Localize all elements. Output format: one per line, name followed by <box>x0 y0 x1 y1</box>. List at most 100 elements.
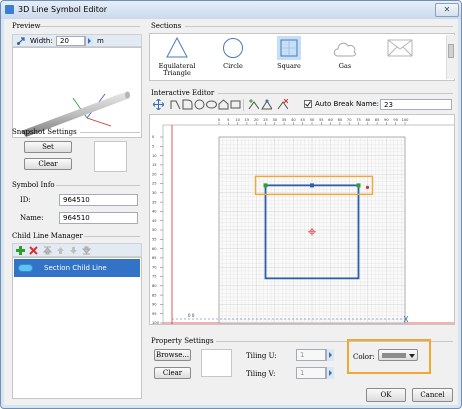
delete-vertex-icon[interactable] <box>277 99 288 110</box>
texture-thumbnail <box>201 349 232 377</box>
ruler-tick-label: 40 <box>291 118 296 122</box>
child-line-separator <box>84 236 140 237</box>
editor-name-field[interactable]: 23 <box>380 99 452 110</box>
circle-icon <box>223 38 243 58</box>
width-spin-button[interactable] <box>85 36 93 46</box>
title-bar[interactable]: 3D Line Symbol Editor ✕ <box>1 1 461 19</box>
preview-viewport[interactable] <box>12 47 142 138</box>
auto-break-checkbox[interactable] <box>304 100 312 108</box>
ruler-tick-label: 20 <box>152 172 157 176</box>
ruler-tick-label: 15 <box>245 118 250 122</box>
ruler-tick-label: 75 <box>152 275 157 279</box>
tiling-v-spin-button[interactable] <box>326 367 334 379</box>
move-top-icon[interactable] <box>43 246 52 255</box>
name-label: Name: <box>20 214 44 222</box>
preview-separator <box>40 26 140 27</box>
circle-tool-icon[interactable] <box>194 99 205 110</box>
snapshot-set-button[interactable]: Set <box>24 141 72 153</box>
polyline-icon[interactable] <box>170 99 181 110</box>
move-up-icon[interactable] <box>56 246 65 255</box>
browse-button[interactable]: Browse... <box>154 349 191 361</box>
name-field[interactable]: 964510 <box>59 212 138 224</box>
cancel-button[interactable]: Cancel <box>412 388 453 402</box>
gizmo-icon[interactable] <box>16 36 26 46</box>
tiling-u-spin-button[interactable] <box>326 349 334 361</box>
edit-vertex-icon[interactable] <box>261 99 272 110</box>
ruler-tick-label: 35 <box>282 118 287 122</box>
top-ruler <box>163 115 454 125</box>
ruler-tick-label: 45 <box>300 118 305 122</box>
ruler-tick-label: 70 <box>152 265 157 269</box>
sections-separator <box>185 26 453 27</box>
color-swatch <box>382 353 406 358</box>
ruler-tick-label: 85 <box>152 293 157 297</box>
property-section-label: Property Settings <box>151 337 214 345</box>
polygon-tool-icon[interactable] <box>218 99 229 110</box>
snapshot-clear-button[interactable]: Clear <box>24 158 72 170</box>
move-bottom-icon[interactable] <box>82 246 91 255</box>
color-label: Color: <box>353 353 375 361</box>
section-item-triangle[interactable]: Equilateral Triangle <box>153 34 201 77</box>
child-line-section-label: Child Line Manager <box>12 232 83 240</box>
section-item-envelope[interactable] <box>377 34 425 76</box>
section-item-label: Equilateral Triangle <box>158 62 196 77</box>
sections-scrollbar[interactable] <box>446 35 455 79</box>
window-title: 3D Line Symbol Editor <box>18 5 108 14</box>
ruler-tick-label: 25 <box>263 118 268 122</box>
editor-drawing[interactable]: 0 5 10 15 20 25 30 35 40 45 50 55 60 65 70 75 80 85 90 95 10… <box>150 115 454 330</box>
texture-clear-button[interactable]: Clear <box>154 367 191 379</box>
ruler-tick-label: 20 <box>254 118 259 122</box>
arc-icon[interactable] <box>182 99 193 110</box>
add-icon[interactable] <box>16 246 25 255</box>
cloud-icon <box>333 42 356 57</box>
ruler-tick-label: 5 <box>227 118 229 122</box>
ruler-tick-label: 45 <box>152 219 157 223</box>
list-item[interactable]: Section Child Line <box>14 259 140 277</box>
move-down-icon[interactable] <box>69 246 78 255</box>
tiling-u-field[interactable]: 1 <box>296 349 326 361</box>
ruler-tick-label: 65 <box>152 256 157 260</box>
origin-label: 0 0 <box>188 313 195 318</box>
snapshot-separator <box>80 132 140 133</box>
ellipse-tool-icon[interactable] <box>206 99 217 110</box>
id-field[interactable]: 964510 <box>59 194 138 206</box>
app-icon <box>5 5 14 14</box>
ruler-tick-label: 65 <box>338 118 343 122</box>
ruler-tick-label: 75 <box>356 118 361 122</box>
rectangle-tool-icon[interactable] <box>230 99 241 110</box>
ruler-tick-label: 15 <box>152 163 157 167</box>
ruler-tick-label: 50 <box>310 118 315 122</box>
section-item-circle[interactable]: Circle <box>209 34 257 76</box>
interactive-canvas[interactable]: 0 5 10 15 20 25 30 35 40 45 50 55 60 65 70 75 80 85 90 95 10… <box>149 114 455 330</box>
dialog-client: Preview Width: 20 m Snapshot Settings Se… <box>4 19 458 405</box>
ok-button[interactable]: OK <box>366 388 406 402</box>
section-item-square[interactable]: Square <box>265 34 313 76</box>
width-label: Width: <box>30 37 53 45</box>
preview-section-label: Preview <box>12 22 41 30</box>
editor-section-label: Interactive Editor <box>151 89 215 97</box>
tiling-v-label: Tiling V: <box>246 370 276 378</box>
envelope-icon <box>387 39 413 57</box>
ruler-tick-label: 85 <box>375 118 380 122</box>
child-line-list[interactable]: Section Child Line <box>12 257 142 399</box>
scrollbar-thumb[interactable] <box>448 44 454 58</box>
vertex-handle <box>263 183 268 188</box>
symbol-info-section-label: Symbol Info <box>12 181 55 189</box>
ruler-tick-label: 10 <box>152 154 157 158</box>
section-item-gas[interactable]: Gas <box>321 34 369 76</box>
width-unit: m <box>97 37 104 45</box>
ruler-tick-label: 30 <box>152 191 157 195</box>
chevron-down-icon <box>409 354 415 358</box>
tiling-v-field[interactable]: 1 <box>296 367 326 379</box>
move-icon[interactable] <box>153 99 164 110</box>
delete-icon[interactable] <box>29 246 38 255</box>
color-picker-button[interactable] <box>378 349 418 361</box>
auto-break-label: Auto Break <box>315 100 354 108</box>
sections-section-label: Sections <box>151 22 182 30</box>
ruler-tick-label: 70 <box>347 118 352 122</box>
symbol-editor-window: 3D Line Symbol Editor ✕ Preview Width: 2… <box>0 0 462 409</box>
add-vertex-icon[interactable] <box>248 99 259 110</box>
close-button[interactable]: ✕ <box>435 3 459 17</box>
width-input[interactable]: 20 <box>56 36 85 46</box>
ruler-tick-label: 35 <box>152 200 157 204</box>
